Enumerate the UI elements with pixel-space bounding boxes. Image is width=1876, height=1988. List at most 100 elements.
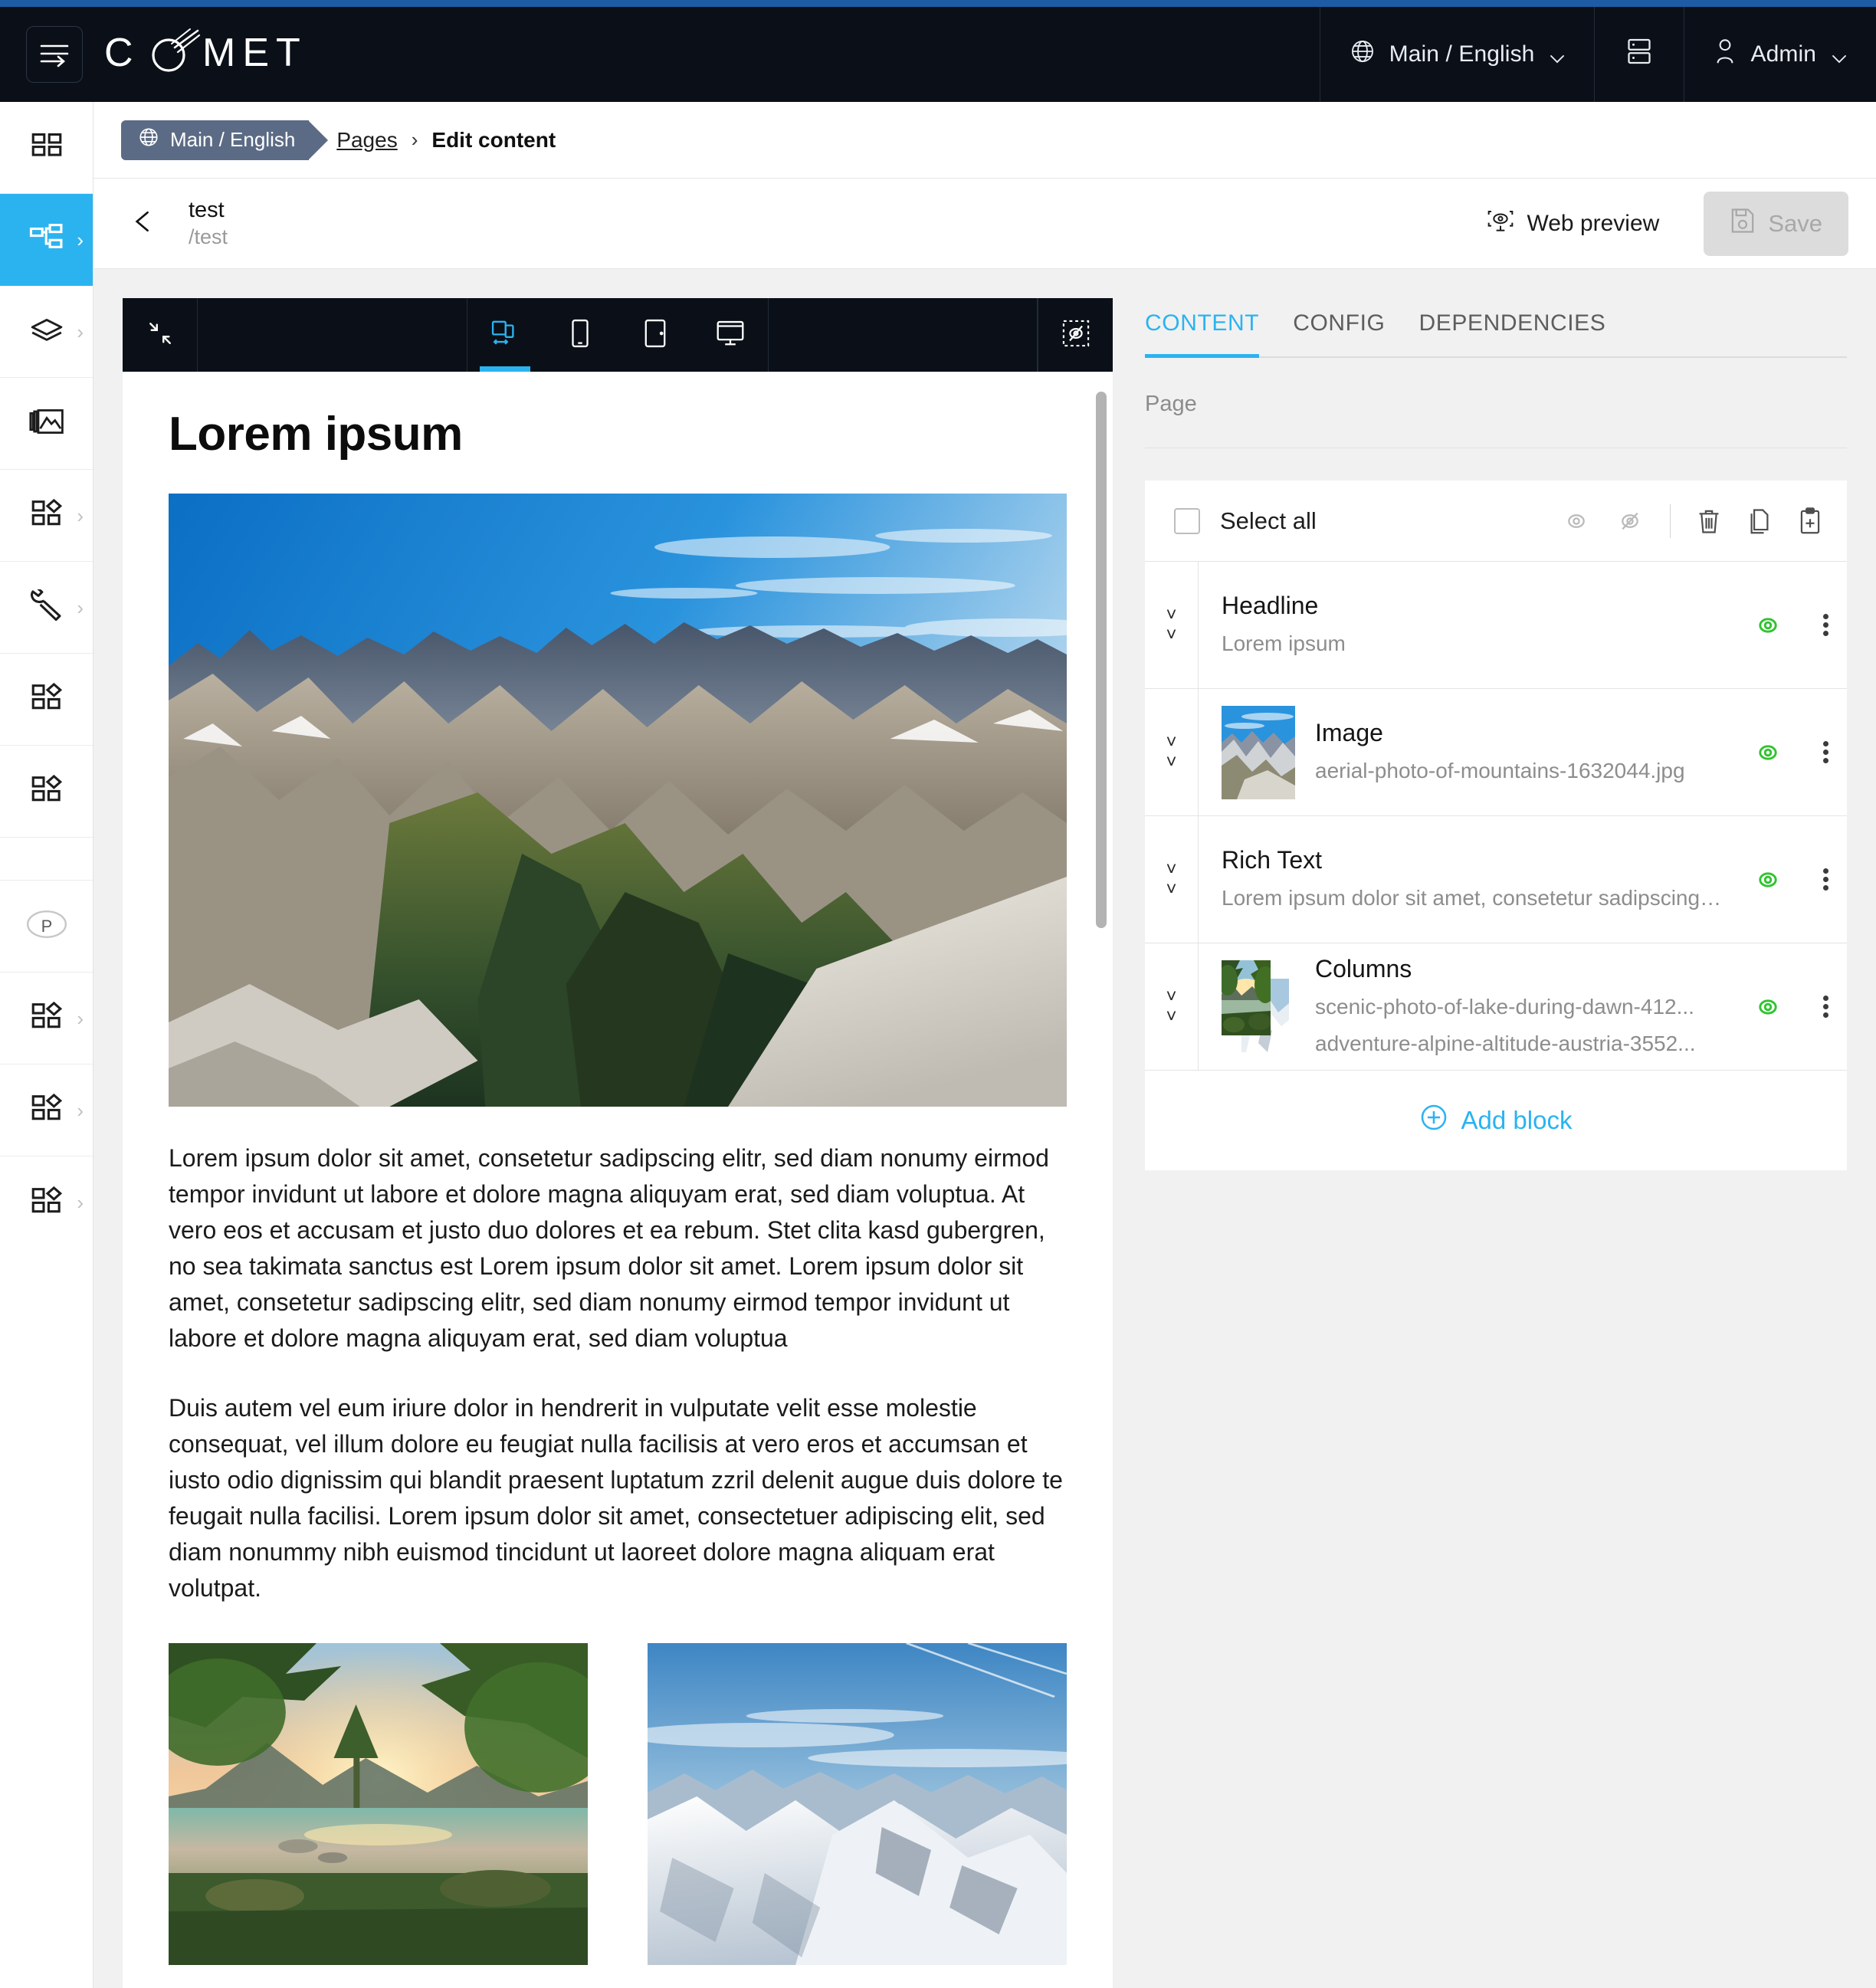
preview-collapse-button[interactable] — [123, 298, 198, 372]
chevron-right-icon: › — [77, 595, 84, 619]
chevron-down-icon: ˅ — [1166, 624, 1177, 645]
add-block-label: Add block — [1461, 1106, 1573, 1134]
preview-column-image-2 — [648, 1643, 1067, 1966]
page-slug: /test — [189, 225, 228, 249]
block-title: Columns — [1315, 955, 1412, 983]
table-row[interactable]: ˅ ˅ Rich Text Lorem ipsum dolor sit amet… — [1145, 816, 1847, 943]
block-menu-button[interactable] — [1804, 816, 1847, 943]
block-reorder-handle[interactable]: ˅ ˅ — [1145, 689, 1199, 815]
brand-logo[interactable]: C MET — [104, 7, 334, 102]
menu-toggle-button[interactable] — [26, 26, 83, 83]
sidebar-rail: › › › › P › › › — [0, 102, 93, 1988]
sidebar-item-tools[interactable]: › — [0, 562, 93, 654]
chevron-down-icon: ˅ — [1166, 1005, 1177, 1027]
preview-canvas[interactable]: Lorem ipsum Lorem ipsum dolor sit amet, … — [123, 372, 1113, 1988]
device-responsive-button[interactable] — [467, 298, 543, 372]
hamburger-arrow-icon — [38, 38, 71, 72]
user-icon — [1714, 38, 1737, 71]
back-button[interactable] — [121, 210, 181, 237]
svg-text:C: C — [104, 31, 140, 75]
thumbnail-mountains-icon — [1222, 705, 1295, 799]
select-all-checkbox[interactable] — [1174, 507, 1200, 534]
block-visibility-toggle[interactable] — [1753, 613, 1783, 638]
sidebar-item-blocks-1[interactable]: › — [0, 470, 93, 562]
wrench-icon — [29, 587, 64, 625]
sidebar-item-blocks-6[interactable]: › — [0, 1156, 93, 1248]
save-label: Save — [1768, 209, 1822, 237]
preview-toolbar-gap-left — [198, 298, 467, 372]
breadcrumb-scope-chip[interactable]: Main / English — [121, 120, 329, 160]
chevron-down-icon: ˅ — [1166, 878, 1177, 900]
sidebar-item-project-badge[interactable]: P — [0, 881, 93, 973]
add-block-button[interactable]: Add block — [1145, 1071, 1847, 1170]
preview-toolbar — [123, 298, 1113, 372]
top-bar: C MET Main / English Admin — [0, 7, 1876, 102]
preview-scrollbar[interactable] — [1096, 392, 1107, 928]
tab-content[interactable]: CONTENT — [1145, 297, 1260, 358]
block-visibility-toggle[interactable] — [1753, 868, 1783, 892]
svg-text:MET: MET — [202, 31, 307, 75]
device-mobile-button[interactable] — [543, 298, 618, 372]
device-desktop-button[interactable] — [693, 298, 768, 372]
block-menu-button[interactable] — [1804, 943, 1847, 1070]
block-subtitle: aerial-photo-of-mountains-1632044.jpg — [1315, 759, 1685, 782]
plus-circle-icon — [1420, 1104, 1448, 1137]
block-visibility-toggle[interactable] — [1753, 995, 1783, 1019]
user-menu[interactable]: Admin — [1684, 7, 1876, 102]
device-tablet-button[interactable] — [618, 298, 693, 372]
globe-icon — [138, 126, 159, 153]
block-body: Columns scenic-photo-of-lake-during-dawn… — [1199, 943, 1804, 1070]
sidebar-item-dashboard[interactable] — [0, 102, 93, 194]
show-blocks-button[interactable] — [1563, 509, 1590, 533]
sidebar-item-blocks-3[interactable] — [0, 746, 93, 838]
sidebar-item-blocks-5[interactable]: › — [0, 1065, 93, 1156]
hide-blocks-button[interactable] — [1616, 509, 1644, 533]
table-row[interactable]: ˅ ˅ Headline Lorem ipsum — [1145, 562, 1847, 689]
sidebar-item-pages[interactable]: › — [0, 194, 93, 286]
preview-heading: Lorem ipsum — [169, 408, 463, 461]
block-subtitle-2: adventure-alpine-altitude-austria-3552..… — [1315, 1032, 1696, 1056]
tab-dependencies[interactable]: DEPENDENCIES — [1418, 297, 1605, 356]
block-reorder-handle[interactable]: ˅ ˅ — [1145, 943, 1199, 1070]
tab-config[interactable]: CONFIG — [1293, 297, 1385, 356]
preview-paragraph-1: Lorem ipsum dolor sit amet, consetetur s… — [169, 1144, 1049, 1353]
breadcrumb-link-pages[interactable]: Pages — [336, 128, 397, 153]
block-visibility-toggle[interactable] — [1753, 740, 1783, 765]
sidebar-item-blocks-2[interactable] — [0, 654, 93, 746]
layout-switch-button[interactable] — [1594, 7, 1684, 102]
globe-icon — [1350, 38, 1376, 71]
site-language-label: Main / English — [1389, 41, 1535, 67]
block-body: Image aerial-photo-of-mountains-1632044.… — [1199, 689, 1804, 815]
blocks-card: Select all ˅ ˅ Headline Lorem ipsum ˅ ˅ … — [1145, 481, 1847, 1170]
table-row[interactable]: ˅ ˅ — [1145, 689, 1847, 816]
site-language-selector[interactable]: Main / English — [1319, 7, 1595, 102]
block-subtitle: scenic-photo-of-lake-during-dawn-412... — [1315, 994, 1694, 1019]
chevron-right-icon: › — [77, 1191, 84, 1214]
grid-diamond-icon — [31, 1092, 63, 1128]
letter-p-badge-icon: P — [25, 910, 69, 943]
mobile-icon — [570, 319, 590, 352]
block-title: Image — [1315, 719, 1383, 747]
delete-blocks-button[interactable] — [1697, 507, 1721, 535]
sidebar-item-layers[interactable]: › — [0, 286, 93, 378]
chevron-down-icon — [1548, 46, 1565, 64]
block-title: Headline — [1222, 592, 1319, 620]
save-button[interactable]: Save — [1704, 191, 1848, 256]
chevron-right-icon: › — [77, 1098, 84, 1122]
block-reorder-handle[interactable]: ˅ ˅ — [1145, 816, 1199, 943]
copy-blocks-button[interactable] — [1747, 507, 1772, 535]
layers-icon — [30, 315, 64, 348]
paste-block-button[interactable] — [1798, 507, 1822, 535]
preview-visibility-button[interactable] — [1038, 298, 1113, 372]
web-preview-button[interactable]: Web preview — [1471, 198, 1674, 250]
grid-diamond-icon — [31, 773, 63, 809]
sidebar-item-blocks-4[interactable]: › — [0, 973, 93, 1065]
block-reorder-handle[interactable]: ˅ ˅ — [1145, 562, 1199, 688]
block-menu-button[interactable] — [1804, 562, 1847, 688]
table-row[interactable]: ˅ ˅ — [1145, 943, 1847, 1071]
sidebar-item-assets[interactable] — [0, 378, 93, 470]
work-area: Lorem ipsum Lorem ipsum dolor sit amet, … — [93, 269, 1876, 1988]
block-menu-button[interactable] — [1804, 689, 1847, 815]
block-subtitle: Lorem ipsum — [1222, 632, 1346, 655]
chevron-down-icon: ˅ — [1166, 751, 1177, 773]
